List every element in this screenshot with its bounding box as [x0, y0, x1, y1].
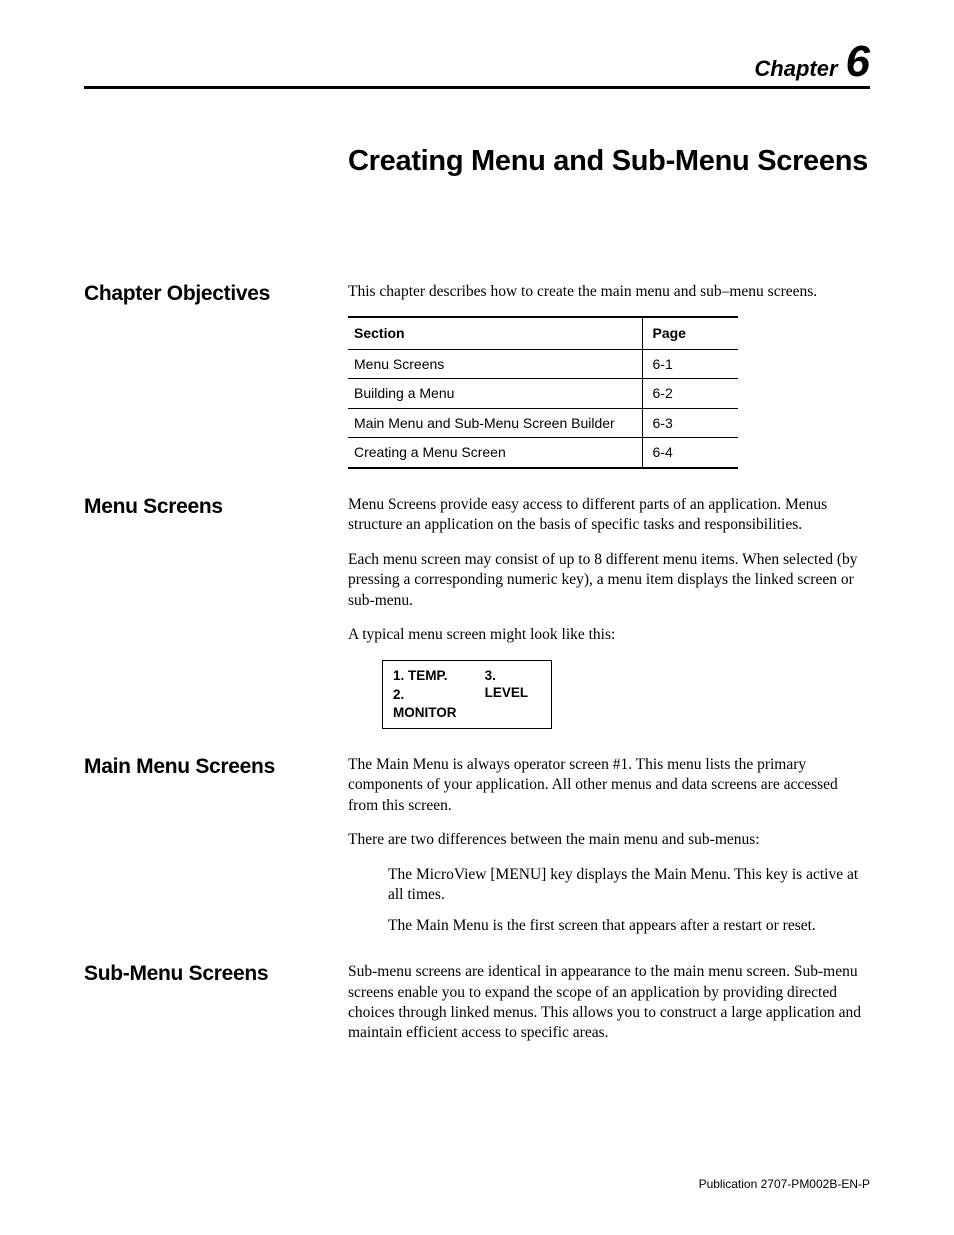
heading-main-menu-screens: Main Menu Screens: [84, 755, 348, 778]
menu-screens-p1: Menu Screens provide easy access to diff…: [348, 495, 870, 536]
heading-menu-screens: Menu Screens: [84, 495, 348, 518]
publication-footer: Publication 2707-PM002B-EN-P: [699, 1177, 870, 1191]
heading-chapter-objectives: Chapter Objectives: [84, 282, 348, 305]
menu-example-item: 1. TEMP.: [393, 667, 469, 685]
toc-cell-section: Creating a Menu Screen: [348, 438, 642, 468]
chapter-title: Creating Menu and Sub-Menu Screens: [348, 145, 868, 178]
toc-table: Section Page Menu Screens 6-1 Building a…: [348, 316, 738, 468]
menu-example-item: 3. LEVEL: [485, 667, 541, 703]
heading-sub-menu-screens: Sub-Menu Screens: [84, 962, 348, 985]
toc-head-section: Section: [348, 317, 642, 349]
objectives-intro: This chapter describes how to create the…: [348, 282, 870, 302]
table-row: Menu Screens 6-1: [348, 349, 738, 378]
toc-cell-page: 6-4: [642, 438, 738, 468]
toc-cell-page: 6-3: [642, 408, 738, 437]
main-menu-p2: There are two differences between the ma…: [348, 830, 870, 850]
toc-cell-page: 6-1: [642, 349, 738, 378]
toc-cell-section: Menu Screens: [348, 349, 642, 378]
main-menu-p1: The Main Menu is always operator screen …: [348, 755, 870, 816]
menu-screens-p2: Each menu screen may consist of up to 8 …: [348, 550, 870, 611]
chapter-header: Chapter 6: [84, 40, 870, 89]
table-row: Creating a Menu Screen 6-4: [348, 438, 738, 468]
chapter-number: 6: [846, 37, 870, 86]
toc-head-page: Page: [642, 317, 738, 349]
table-row: Building a Menu 6-2: [348, 379, 738, 408]
toc-cell-page: 6-2: [642, 379, 738, 408]
table-row: Main Menu and Sub-Menu Screen Builder 6-…: [348, 408, 738, 437]
menu-example-box: 1. TEMP. 2. MONITOR 3. LEVEL: [382, 660, 552, 729]
sub-menu-p1: Sub-menu screens are identical in appear…: [348, 962, 870, 1044]
toc-cell-section: Building a Menu: [348, 379, 642, 408]
menu-example-item: 2. MONITOR: [393, 686, 469, 722]
toc-cell-section: Main Menu and Sub-Menu Screen Builder: [348, 408, 642, 437]
main-menu-bullet: The MicroView [MENU] key displays the Ma…: [388, 865, 870, 906]
chapter-label: Chapter: [754, 56, 837, 81]
menu-screens-p3: A typical menu screen might look like th…: [348, 625, 870, 645]
main-menu-bullet: The Main Menu is the first screen that a…: [388, 916, 870, 936]
